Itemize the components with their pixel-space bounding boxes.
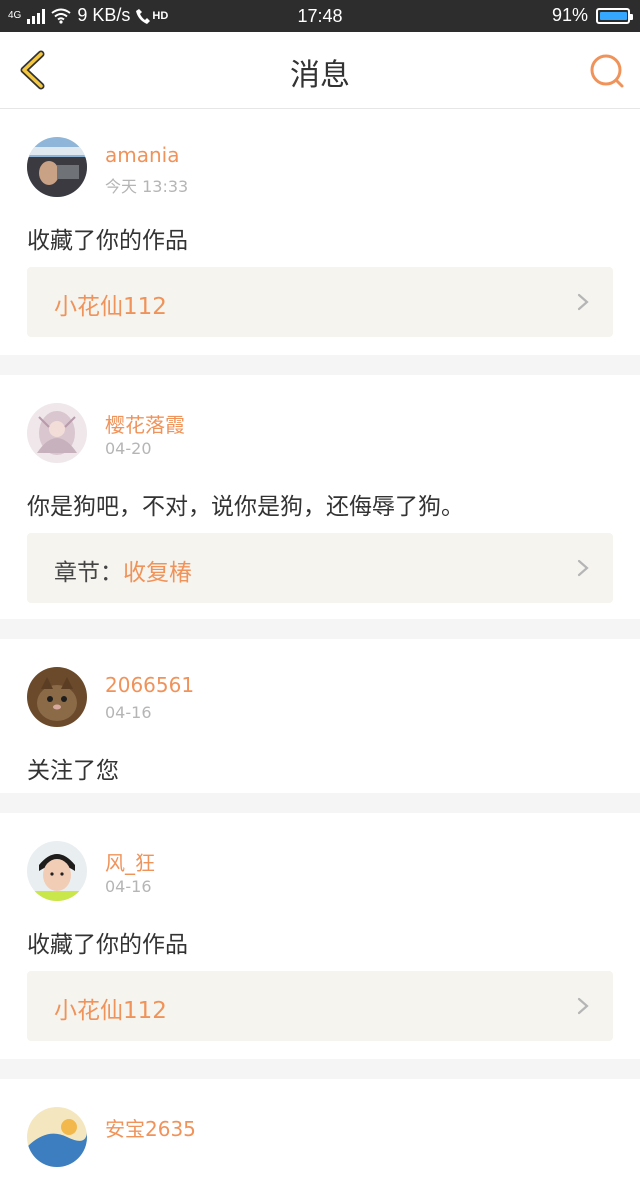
message-item: 安宝2635 — [0, 1079, 640, 1199]
timestamp: 今天 13:33 — [105, 177, 189, 196]
user-row: amania 今天 13:33 — [27, 109, 613, 199]
timestamp: 04-20 — [105, 439, 152, 458]
chevron-right-icon — [577, 997, 589, 1015]
message-text: 你是狗吧，不对，说你是狗，还侮辱了狗。 — [27, 494, 464, 520]
work-link-text: 小花仙112 — [54, 287, 167, 321]
chapter-title: 收复椿 — [123, 560, 192, 586]
page-title: 消息 — [290, 58, 350, 93]
message-text: 收藏了你的作品 — [27, 932, 188, 958]
message-item: 樱花落霞 04-20 你是狗吧，不对，说你是狗，还侮辱了狗。 章节：收复椿 — [0, 375, 640, 619]
battery-percent: 91% — [551, 5, 588, 25]
avatar[interactable] — [27, 1107, 87, 1167]
avatar[interactable] — [27, 667, 87, 727]
status-right: 91% — [551, 5, 633, 26]
avatar[interactable] — [27, 841, 87, 901]
message-item: amania 今天 13:33 收藏了你的作品 小花仙112 — [0, 109, 640, 355]
work-title: 小花仙112 — [54, 294, 167, 320]
username[interactable]: 风_狂 — [105, 847, 155, 876]
message-text: 关注了您 — [27, 758, 119, 784]
message-item: 风_狂 04-16 收藏了你的作品 小花仙112 — [0, 813, 640, 1059]
divider — [0, 1059, 640, 1079]
work-link-text: 小花仙112 — [54, 991, 167, 1025]
timestamp: 04-16 — [105, 877, 152, 896]
username[interactable]: amania — [105, 143, 179, 167]
chapter-link-text: 章节：收复椿 — [54, 553, 192, 587]
work-link[interactable]: 小花仙112 — [27, 971, 613, 1041]
work-title: 小花仙112 — [54, 998, 167, 1024]
divider — [0, 619, 640, 639]
chevron-right-icon — [577, 293, 589, 311]
battery-icon — [596, 7, 633, 24]
avatar[interactable] — [27, 403, 87, 463]
user-row: 安宝2635 — [27, 1079, 613, 1169]
user-row: 风_狂 04-16 — [27, 813, 613, 903]
search-icon[interactable] — [588, 52, 626, 90]
user-row: 樱花落霞 04-20 — [27, 375, 613, 465]
timestamp: 04-16 — [105, 703, 152, 722]
status-bar: 4G 9 KB/s HD 17:48 91% — [0, 0, 640, 32]
clock: 17:48 — [297, 6, 343, 26]
divider — [0, 355, 640, 375]
user-row: 2066561 04-16 — [27, 639, 613, 729]
avatar[interactable] — [27, 137, 87, 197]
message-item: 2066561 04-16 关注了您 — [0, 639, 640, 793]
username[interactable]: 2066561 — [105, 673, 194, 697]
divider — [0, 793, 640, 813]
chevron-right-icon — [577, 559, 589, 577]
work-link[interactable]: 小花仙112 — [27, 267, 613, 337]
username[interactable]: 樱花落霞 — [105, 409, 185, 438]
chapter-label: 章节： — [54, 560, 123, 586]
message-text: 收藏了你的作品 — [27, 228, 188, 254]
navigation-bar: 消息 — [0, 32, 640, 109]
message-list: amania 今天 13:33 收藏了你的作品 小花仙112 樱花落霞 04-2… — [0, 109, 640, 1199]
chapter-link[interactable]: 章节：收复椿 — [27, 533, 613, 603]
